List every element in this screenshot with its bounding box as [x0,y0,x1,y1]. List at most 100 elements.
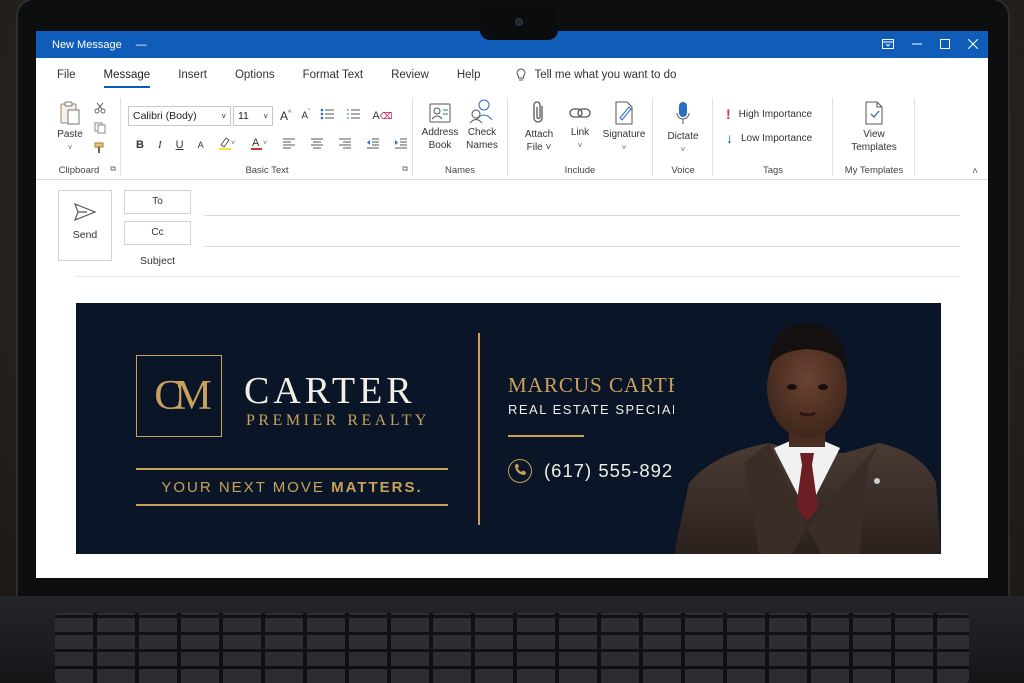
attach-file-button[interactable]: Attach File ˅ [518,100,560,154]
grow-font-icon[interactable]: A^ [280,109,291,123]
attach-label-2: File ˅ [526,142,552,153]
check-names-button[interactable]: Check Names [462,98,502,152]
strikethrough-icon[interactable]: A [198,140,204,150]
send-button[interactable]: Send [58,190,112,261]
menu-tabs: File Message Insert Options Format Text … [36,58,988,92]
group-voice: Dictate ˅ Voice [656,94,710,178]
paste-label: Paste [57,129,83,140]
check-names-label-2: Names [466,140,498,151]
tell-me-search[interactable]: Tell me what you want to do [516,68,676,82]
italic-icon[interactable]: I [158,139,162,151]
tell-me-label: Tell me what you want to do [534,69,677,81]
low-importance-button[interactable]: ↓ Low Importance [726,130,812,146]
link-button[interactable]: Link ˅ [562,102,598,152]
font-size-value: 11 [238,110,249,122]
exclamation-icon: ! [726,106,731,122]
group-basic-text: Calibri (Body) ˅ 11 ˅ A^ Aˇ A⌫ B I U A ˅… [124,94,410,178]
window-title: New Message [52,38,122,51]
check-names-label-1: Check [467,127,497,138]
keyboard [55,613,969,683]
ribbon: Paste ˅ Clipboard ⧉ Calibri (Body) ˅ 11 ˅ … [36,92,988,180]
agent-rule [508,435,584,437]
group-include: Attach File ˅ Link ˅ Signature ˅ Include [510,94,650,178]
basic-text-label: Basic Text [245,165,289,176]
tagline-rule-bottom [136,504,448,506]
tagline: YOUR NEXT MOVE MATTERS. [136,479,448,496]
minimize-ribbon-glyph[interactable]: — [136,39,147,51]
company-subtitle: PREMIER REALTY [246,412,430,429]
decrease-indent-icon[interactable] [366,137,380,152]
down-arrow-icon: ↓ [726,130,733,146]
clear-formatting-icon[interactable]: A⌫ [372,110,392,122]
group-names: Address Book Check Names Names [416,94,504,178]
send-icon [74,203,96,221]
minimize-icon[interactable] [912,38,922,52]
align-right-icon[interactable] [338,137,352,152]
font-name-combo[interactable]: Calibri (Body) ˅ [128,106,231,126]
agent-phone[interactable]: (617) 555-8923 [544,460,685,482]
svg-text:A: A [252,137,260,149]
view-templates-label-2: Templates [851,142,897,153]
tab-help[interactable]: Help [457,65,481,85]
tab-message[interactable]: Message [103,65,150,88]
tab-file[interactable]: File [57,65,76,85]
address-book-label-1: Address [421,127,459,138]
basic-text-launcher-icon[interactable]: ⧉ [402,164,408,174]
copy-icon[interactable] [94,122,106,134]
increase-indent-icon[interactable] [394,137,408,152]
ribbon-separator [914,98,915,176]
align-left-icon[interactable] [282,137,296,152]
highlight-icon[interactable]: ˅ [218,136,236,153]
microphone-icon [676,102,690,124]
cc-input[interactable] [204,246,960,247]
signature-button[interactable]: Signature ˅ [598,100,650,154]
attach-icon [533,101,543,123]
underline-icon[interactable]: U [176,139,184,151]
svg-text:˅: ˅ [263,140,267,147]
cc-button[interactable]: Cc [124,221,191,245]
high-importance-button[interactable]: ! High Importance [726,106,812,122]
paste-icon [60,101,80,125]
collapse-ribbon-icon[interactable]: ˄ [972,166,978,177]
group-tags: ! High Importance ↓ Low Importance Tags [716,94,830,178]
align-center-icon[interactable] [310,137,324,152]
ribbon-separator [712,98,713,176]
tab-options[interactable]: Options [235,65,275,85]
cut-icon[interactable] [94,102,106,114]
close-icon[interactable] [967,38,979,52]
view-templates-button[interactable]: View Templates [842,100,906,154]
low-importance-label: Low Importance [741,132,813,144]
bold-icon[interactable]: B [136,139,144,151]
link-icon [569,108,591,118]
shrink-font-icon[interactable]: Aˇ [301,109,310,121]
vertical-divider [478,333,480,525]
to-button[interactable]: To [124,190,191,214]
tab-insert[interactable]: Insert [178,65,207,85]
paste-button[interactable]: Paste ˅ [50,100,90,154]
clipboard-label: Clipboard [58,165,100,176]
ribbon-display-icon[interactable] [882,38,894,52]
include-label: Include [564,165,596,176]
to-input[interactable] [204,215,960,216]
ribbon-separator [652,98,653,176]
voice-label: Voice [671,165,695,176]
maximize-icon[interactable] [940,38,950,52]
font-color-icon[interactable]: A ˅ [250,136,268,153]
outlook-window: New Message — File Message Insert Option… [36,31,988,578]
address-book-button[interactable]: Address Book [418,102,462,152]
send-label: Send [72,229,98,241]
subject-input[interactable] [76,276,960,277]
email-signature: CM CARTER PREMIER REALTY YOUR NEXT MOVE … [76,303,941,554]
tab-review[interactable]: Review [391,65,429,85]
format-painter-icon[interactable] [94,142,106,154]
bullets-icon[interactable] [320,108,336,123]
tagline-regular: YOUR NEXT MOVE [161,479,332,496]
check-names-icon [469,99,493,124]
address-book-label-2: Book [428,140,452,151]
clipboard-launcher-icon[interactable]: ⧉ [110,164,116,174]
font-size-combo[interactable]: 11 ˅ [233,106,273,126]
tab-format-text[interactable]: Format Text [303,65,364,85]
group-clipboard: Paste ˅ Clipboard ⧉ [40,94,118,178]
numbering-icon[interactable] [346,108,362,123]
dictate-button[interactable]: Dictate ˅ [660,100,706,156]
